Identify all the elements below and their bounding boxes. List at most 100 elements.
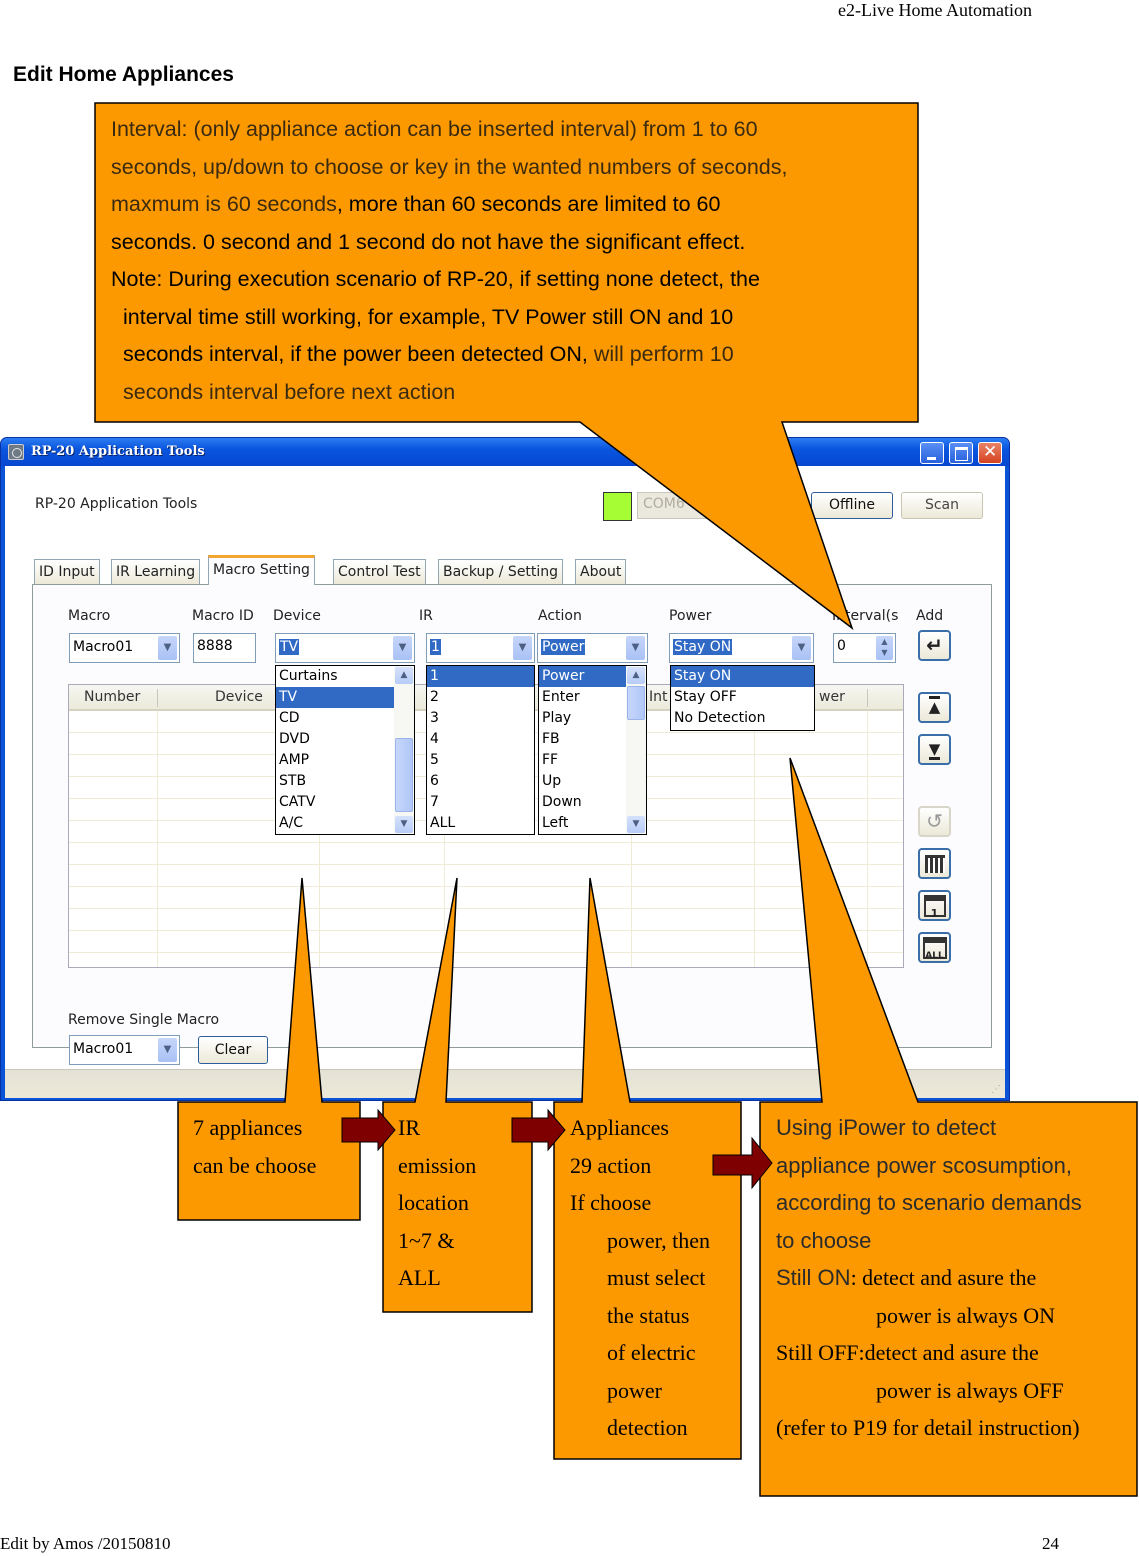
callout-line: power <box>607 1377 662 1403</box>
tab-ir-learning[interactable]: IR Learning <box>111 559 201 584</box>
app-heading: RP-20 Application Tools <box>35 496 198 512</box>
tab-about[interactable]: About <box>575 559 627 584</box>
callout-line: IR <box>398 1115 420 1140</box>
remove-macro-select-value: Macro01 <box>73 1041 134 1057</box>
move-to-bottom-button[interactable]: ▼ <box>918 734 951 765</box>
clear-button[interactable]: Clear <box>198 1036 268 1064</box>
resize-grip-icon[interactable]: ⋰ <box>991 1084 1001 1095</box>
table-row[interactable] <box>69 909 903 931</box>
ir-option[interactable]: 7 <box>427 792 534 813</box>
chevron-down-icon[interactable]: ▼ <box>626 636 645 660</box>
callout-line-part: , more than 60 seconds are limited to 60 <box>336 192 721 216</box>
ir-option[interactable]: ALL <box>427 813 534 834</box>
save-all-icon: ALL <box>922 937 947 961</box>
scroll-thumb[interactable] <box>395 738 413 812</box>
chevron-down-icon[interactable]: ▼ <box>158 636 177 660</box>
action-dropdown-list[interactable]: Power Enter Play FB FF Up Down Left ▲ ▼ <box>538 665 647 835</box>
device-label: Device <box>273 608 321 624</box>
macro-id-input[interactable]: 8888 <box>193 633 256 663</box>
ir-option[interactable]: 1 <box>427 666 534 687</box>
action-list-scrollbar[interactable]: ▲ ▼ <box>626 666 646 834</box>
enter-arrow-icon: ↵ <box>926 633 943 657</box>
chevron-down-icon[interactable]: ▼ <box>792 636 811 660</box>
tab-macro-setting[interactable]: Macro Setting <box>208 555 315 585</box>
power-select-value: Stay ON <box>673 639 733 655</box>
ir-option[interactable]: 5 <box>427 750 534 771</box>
ir-option[interactable]: 2 <box>427 687 534 708</box>
interval-callout-text: Interval: (only appliance action can be … <box>111 111 911 411</box>
callout-line-part: will perform 10 <box>587 342 734 366</box>
title-bar[interactable]: RP-20 Application Tools ✕ <box>1 438 1009 466</box>
table-row[interactable] <box>69 865 903 887</box>
column-separator[interactable] <box>867 689 868 707</box>
power-option[interactable]: No Detection <box>671 708 814 729</box>
callout-line: seconds interval before next action <box>123 379 456 404</box>
table-row[interactable] <box>69 843 903 865</box>
column-number[interactable]: Number <box>84 689 140 705</box>
close-button[interactable]: ✕ <box>978 442 1002 464</box>
device-list-scrollbar[interactable]: ▲ ▼ <box>394 666 414 834</box>
interval-spinner[interactable]: 0 ▲ ▼ <box>833 633 896 663</box>
save-one-button[interactable]: 1 <box>918 890 951 921</box>
tab-id-input[interactable]: ID Input <box>34 559 100 584</box>
scroll-up-icon[interactable]: ▲ <box>395 667 413 684</box>
power-callout-text: Using iPower to detect appliance power s… <box>776 1109 1136 1447</box>
move-to-bottom-icon: ▼ <box>928 740 941 760</box>
offline-button[interactable]: Offline <box>811 492 893 519</box>
chevron-down-icon[interactable]: ▼ <box>158 1038 177 1062</box>
ir-select-value: 1 <box>430 639 441 655</box>
chevron-down-icon[interactable]: ▼ <box>513 636 532 660</box>
ir-option[interactable]: 3 <box>427 708 534 729</box>
delete-button[interactable] <box>918 848 951 879</box>
save-all-button[interactable]: ALL <box>918 932 951 963</box>
macro-select-value: Macro01 <box>73 639 134 655</box>
power-dropdown-list[interactable]: Stay ON Stay OFF No Detection <box>670 665 815 731</box>
maximize-button[interactable] <box>949 442 973 464</box>
scroll-down-icon[interactable]: ▼ <box>395 816 413 833</box>
undo-button[interactable]: ↺ <box>918 806 951 837</box>
com-port-field[interactable]: COM6 <box>637 492 807 519</box>
add-button[interactable]: ↵ <box>918 630 951 661</box>
action-label: Action <box>538 608 582 624</box>
ir-option[interactable]: 4 <box>427 729 534 750</box>
ir-select[interactable]: 1 ▼ <box>426 633 535 663</box>
scan-button[interactable]: Scan <box>901 492 983 519</box>
minimize-button[interactable] <box>920 442 944 464</box>
table-row[interactable] <box>69 931 903 953</box>
power-select[interactable]: Stay ON ▼ <box>669 633 814 663</box>
callout-line: Using iPower to detect <box>776 1115 997 1140</box>
window-client: RP-20 Application Tools COM6 Offline Sca… <box>5 466 1005 1098</box>
scroll-thumb[interactable] <box>627 686 645 720</box>
action-select[interactable]: Power ▼ <box>537 633 648 663</box>
callout-line: emission <box>398 1152 477 1178</box>
ir-callout-text: IR emission location 1~7 & ALL <box>398 1109 476 1297</box>
table-row[interactable] <box>69 953 903 967</box>
ir-option[interactable]: 6 <box>427 771 534 792</box>
app-window: RP-20 Application Tools ✕ RP-20 Applicat… <box>0 437 1010 1101</box>
ir-dropdown-list[interactable]: 1 2 3 4 5 6 7 ALL <box>426 665 535 835</box>
tab-backup-setting[interactable]: Backup / Setting <box>438 559 564 584</box>
macro-id-label: Macro ID <box>192 608 254 624</box>
section-title: Edit Home Appliances <box>13 63 234 86</box>
column-interval[interactable]: Int <box>649 689 668 705</box>
device-select[interactable]: TV ▼ <box>275 633 415 663</box>
spin-up-down-icon[interactable]: ▲ ▼ <box>876 636 893 660</box>
macro-select[interactable]: Macro01 ▼ <box>69 633 180 663</box>
scroll-down-icon[interactable]: ▼ <box>627 816 645 833</box>
column-separator[interactable] <box>157 689 158 707</box>
device-dropdown-list[interactable]: Curtains TV CD DVD AMP STB CATV A/C ▲ ▼ <box>275 665 415 835</box>
column-device[interactable]: Device <box>215 689 263 705</box>
table-row[interactable] <box>69 887 903 909</box>
tab-control-test[interactable]: Control Test <box>333 559 426 584</box>
remove-macro-select[interactable]: Macro01 ▼ <box>69 1035 180 1065</box>
scroll-up-icon[interactable]: ▲ <box>627 667 645 684</box>
column-power[interactable]: wer <box>819 689 845 705</box>
power-option[interactable]: Stay OFF <box>671 687 814 708</box>
page-header: e2-Live Home Automation <box>838 0 1032 20</box>
chevron-down-icon[interactable]: ▼ <box>393 636 412 660</box>
trash-icon <box>924 855 945 873</box>
power-option[interactable]: Stay ON <box>671 666 814 687</box>
callout-line-part: Still ON <box>776 1265 851 1290</box>
move-to-top-button[interactable]: ▲ <box>918 692 951 723</box>
callout-line: 1~7 & <box>398 1227 455 1253</box>
